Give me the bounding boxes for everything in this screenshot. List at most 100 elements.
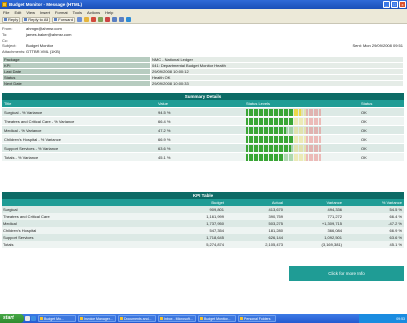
start-button[interactable]: start xyxy=(0,314,24,323)
categorize-icon[interactable] xyxy=(97,17,103,22)
summary-title: Children's Hospital - % Variance xyxy=(4,136,61,142)
flag-icon[interactable] xyxy=(90,17,96,22)
kpi-actual: 626,144 xyxy=(268,235,283,240)
kpi-row: Children's Hospital 547,354 181,280 366,084… xyxy=(2,227,404,234)
to-row: To: james.baker@ahmsr.com xyxy=(2,32,72,37)
status-text: OK xyxy=(361,145,367,151)
gauge-segment xyxy=(318,108,321,116)
taskbar-item-1[interactable]: Invoice Manager... xyxy=(78,315,116,322)
menu-tools[interactable]: Tools xyxy=(73,10,82,15)
subject-value: Budget Monitor xyxy=(26,43,54,48)
gauge-segment xyxy=(318,144,321,152)
menu-view[interactable]: View xyxy=(26,10,35,15)
summary-value: 45.1 % xyxy=(158,154,171,160)
summary-value: 66.4 % xyxy=(158,118,171,124)
toolbar: Reply Reply to All Forward xyxy=(0,16,407,24)
kpi-variance: +1,309,715 xyxy=(321,221,342,226)
info-row: Next Date 29/09/2008 10:00:33 xyxy=(2,80,404,87)
status-level-gauge xyxy=(246,153,351,161)
taskbar-item-5[interactable]: Personal Folders xyxy=(238,315,276,322)
summary-title: Support Services - % Variance xyxy=(4,145,59,151)
menu-insert[interactable]: Insert xyxy=(40,10,50,15)
status-level-gauge xyxy=(246,144,351,152)
reply-all-button[interactable]: Reply to All xyxy=(22,16,51,23)
kpi-budget: 5,274,874 xyxy=(206,242,224,247)
system-tray: 09:53 xyxy=(359,314,407,323)
summary-title: Surgical - % Variance xyxy=(4,109,43,115)
summary-value: 66.9 % xyxy=(158,136,171,142)
status-level-gauge xyxy=(246,126,351,134)
kpi-name: Totals xyxy=(3,242,14,247)
desktop-icon[interactable] xyxy=(25,316,30,321)
kpi-percent-variance: -47.2 % xyxy=(388,221,402,226)
attachment-link[interactable]: GTTBR.VML (1KB) xyxy=(26,49,60,54)
window-icon xyxy=(120,317,123,320)
sent-value: Mon 29/09/2008 09:51 xyxy=(362,43,403,48)
status-level-gauge xyxy=(246,117,351,125)
status-text: OK xyxy=(361,127,367,133)
delete-icon[interactable] xyxy=(104,17,110,22)
kpi-actual: 390,759 xyxy=(268,214,283,219)
to-value[interactable]: james.baker@ahmsr.com xyxy=(26,32,71,37)
status-level-gauge xyxy=(246,135,351,143)
menu-edit[interactable]: Edit xyxy=(14,10,21,15)
forward-icon xyxy=(54,18,58,21)
window-titlebar: Budget Monitor - Message (HTML) _ □ x xyxy=(0,0,407,9)
subject-row: Subject: Budget Monitor xyxy=(2,43,54,48)
kpi-heading: KPI Table xyxy=(2,192,404,199)
window-title: Budget Monitor - Message (HTML) xyxy=(9,2,82,7)
kpi-column-header: Budget Actual Variance % Variance xyxy=(2,199,404,206)
taskbar-item-2[interactable]: Documents and... xyxy=(118,315,156,322)
maximize-button[interactable]: □ xyxy=(391,1,398,8)
summary-title: Theatres and Critical Care - % Variance xyxy=(4,118,75,124)
previous-item-icon[interactable] xyxy=(111,17,117,22)
help-icon[interactable] xyxy=(125,17,131,22)
forward-button[interactable]: Forward xyxy=(52,16,75,23)
window-icon xyxy=(40,317,43,320)
taskbar: start Budget Mo... Invoice Manager... Do… xyxy=(0,314,407,323)
close-button[interactable]: x xyxy=(399,1,406,8)
menu-format[interactable]: Format xyxy=(55,10,68,15)
kpi-variance: 771,272 xyxy=(327,214,342,219)
menu-actions[interactable]: Actions xyxy=(87,10,100,15)
summary-row: Medical - % Variance 47.2 % OK xyxy=(2,126,404,135)
kpi-percent-variance: 66.9 % xyxy=(389,228,402,233)
kpi-variance: (3,169,381) xyxy=(321,242,342,247)
kpi-percent-variance: 54.5 % xyxy=(389,207,402,212)
menu-help[interactable]: Help xyxy=(105,10,113,15)
gauge-segment xyxy=(318,135,321,143)
reply-icon xyxy=(4,18,7,21)
taskbar-item-3[interactable]: Inbox - Microsoft... xyxy=(158,315,196,322)
window-icon xyxy=(240,317,243,320)
kpi-rows: Surgical 909,801 413,670 494,336 54.5 % Theat… xyxy=(2,206,404,248)
kpi-row: Medical 1,737,950 503,275 +1,309,715 -47.2 % xyxy=(2,220,404,227)
summary-row: Surgical - % Variance 94.5 % OK xyxy=(2,108,404,117)
kpi-row: Support Services 1,718,645 626,144 1,092,50… xyxy=(2,234,404,241)
gauge-segment xyxy=(318,117,321,125)
from-value[interactable]: ahmgn@ahmsr.com xyxy=(26,26,62,31)
status-text: OK xyxy=(361,154,367,160)
message-header: From: ahmgn@ahmsr.com To: james.baker@ah… xyxy=(0,25,407,55)
kpi-row: Surgical 909,801 413,670 494,336 54.5 % xyxy=(2,206,404,213)
kpi-budget: 909,801 xyxy=(209,207,224,212)
move-folder-icon[interactable] xyxy=(83,17,89,22)
taskbar-item-0[interactable]: Budget Mo... xyxy=(38,315,76,322)
kpi-budget: 1,737,950 xyxy=(206,221,224,226)
browser-icon[interactable] xyxy=(31,316,36,321)
taskbar-item-4[interactable]: Budget Monitor... xyxy=(198,315,236,322)
more-info-button[interactable]: Click for more Info xyxy=(289,266,404,281)
summary-heading: Summary Details xyxy=(2,93,404,100)
kpi-actual: 181,280 xyxy=(268,228,283,233)
kpi-name: Theatres and Critical Care xyxy=(3,214,50,219)
summary-value: 47.2 % xyxy=(158,127,171,133)
kpi-percent-variance: 63.6 % xyxy=(389,235,402,240)
next-item-icon[interactable] xyxy=(118,17,124,22)
print-icon[interactable] xyxy=(76,17,82,22)
kpi-actual: 503,275 xyxy=(268,221,283,226)
summary-rows: Surgical - % Variance 94.5 % OK Theatres an… xyxy=(2,108,404,162)
sent-row: Sent: Mon 29/09/2008 09:51 xyxy=(352,43,403,48)
menu-file[interactable]: File xyxy=(3,10,9,15)
reply-button[interactable]: Reply xyxy=(2,16,21,23)
summary-row: Totals - % Variance 45.1 % OK xyxy=(2,153,404,162)
minimize-button[interactable]: _ xyxy=(383,1,390,8)
